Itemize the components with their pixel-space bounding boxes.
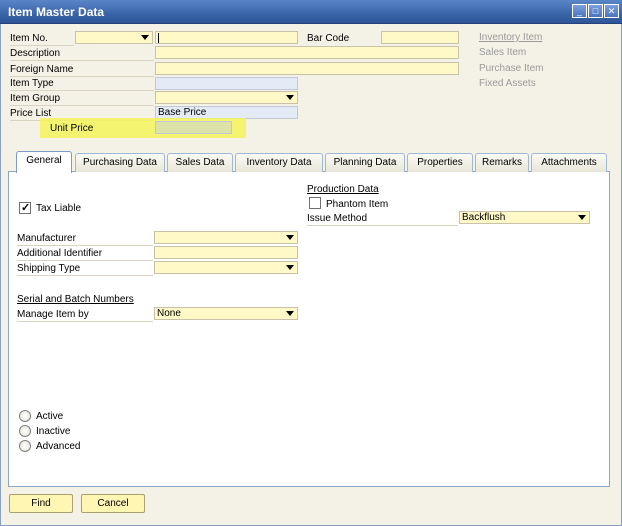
phantom-item-label: Phantom Item xyxy=(326,199,389,210)
description-input[interactable] xyxy=(155,46,459,59)
additional-identifier-input[interactable] xyxy=(154,246,298,259)
item-no-input[interactable] xyxy=(155,31,298,44)
shipping-type-label: Shipping Type xyxy=(17,263,81,274)
window-title: Item Master Data xyxy=(8,5,105,19)
tab-properties[interactable]: Properties xyxy=(407,153,473,172)
serial-batch-heading: Serial and Batch Numbers xyxy=(17,294,134,305)
tab-remarks[interactable]: Remarks xyxy=(475,153,529,172)
fixed-assets-flag: Fixed Assets xyxy=(479,78,536,89)
tab-sales-data[interactable]: Sales Data xyxy=(167,153,233,172)
unit-price-label: Unit Price xyxy=(50,123,94,134)
item-type-label: Item Type xyxy=(10,78,54,89)
tax-liable-label: Tax Liable xyxy=(36,203,82,214)
foreign-name-input[interactable] xyxy=(155,62,459,75)
tab-purchasing-data[interactable]: Purchasing Data xyxy=(75,153,165,172)
manufacturer-select[interactable] xyxy=(154,231,298,244)
tab-planning-data[interactable]: Planning Data xyxy=(325,153,405,172)
description-label: Description xyxy=(10,48,61,59)
title-bar: Item Master Data _ □ ✕ xyxy=(0,0,622,24)
issue-method-label: Issue Method xyxy=(307,213,368,224)
additional-identifier-label: Additional Identifier xyxy=(17,248,103,259)
unit-price-field[interactable] xyxy=(155,121,232,134)
foreign-name-label: Foreign Name xyxy=(10,64,74,75)
sales-item-flag: Sales Item xyxy=(479,47,527,58)
close-icon[interactable]: ✕ xyxy=(604,4,619,18)
item-type-field xyxy=(155,77,298,90)
inventory-item-flag: Inventory Item xyxy=(479,32,543,43)
shipping-type-select[interactable] xyxy=(154,261,298,274)
find-button[interactable]: Find xyxy=(9,494,73,513)
production-data-heading: Production Data xyxy=(307,184,379,195)
checkmark-icon: ✓ xyxy=(21,202,31,214)
tab-inventory-data[interactable]: Inventory Data xyxy=(235,153,323,172)
manufacturer-label: Manufacturer xyxy=(17,233,76,244)
purchase-item-flag: Purchase Item xyxy=(479,63,544,74)
item-group-select[interactable] xyxy=(155,91,298,104)
bar-code-input[interactable] xyxy=(381,31,459,44)
inactive-radio[interactable] xyxy=(19,425,31,437)
bar-code-label: Bar Code xyxy=(307,33,350,44)
active-label: Active xyxy=(36,411,64,422)
manage-item-by-label: Manage Item by xyxy=(17,309,89,320)
phantom-item-checkbox[interactable] xyxy=(309,197,321,209)
advanced-label: Advanced xyxy=(36,441,81,452)
minimize-icon[interactable]: _ xyxy=(572,4,587,18)
item-group-label: Item Group xyxy=(10,93,61,104)
tab-general[interactable]: General xyxy=(16,151,72,173)
cancel-button[interactable]: Cancel xyxy=(81,494,145,513)
tax-liable-checkbox[interactable]: ✓ xyxy=(19,202,31,214)
advanced-radio[interactable] xyxy=(19,440,31,452)
tab-attachments[interactable]: Attachments xyxy=(531,153,607,172)
item-no-label: Item No. xyxy=(10,33,48,44)
item-no-series-select[interactable] xyxy=(75,31,153,44)
manage-item-by-select[interactable]: None xyxy=(154,307,298,320)
maximize-icon[interactable]: □ xyxy=(588,4,603,18)
issue-method-select[interactable]: Backflush xyxy=(459,211,590,224)
inactive-label: Inactive xyxy=(36,426,71,437)
active-radio[interactable] xyxy=(19,410,31,422)
